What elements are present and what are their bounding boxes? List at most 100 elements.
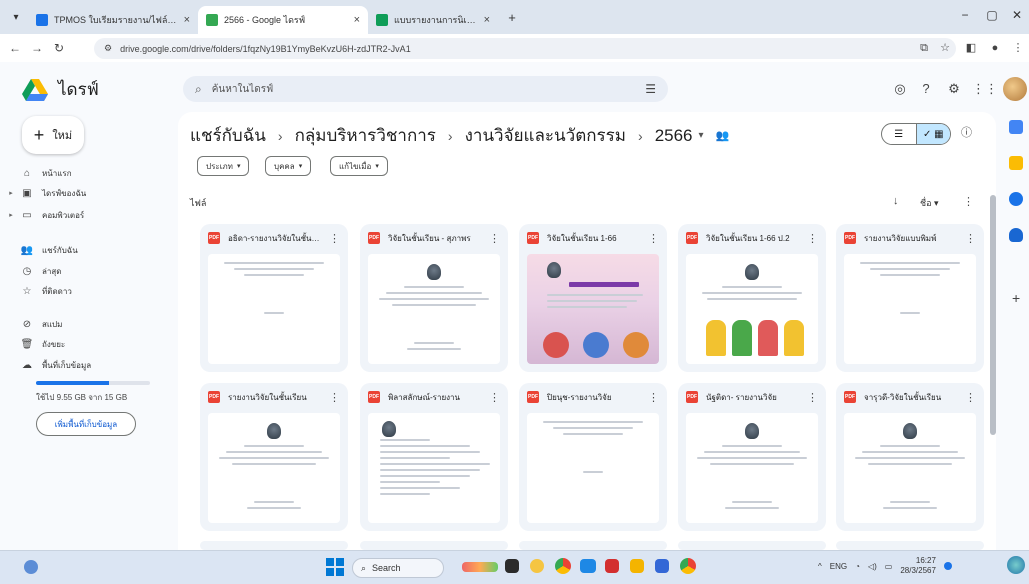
sidebar-item-star[interactable]: ☆ ที่ติดดาว bbox=[20, 281, 170, 301]
breadcrumb-item-research[interactable]: งานวิจัยและนวัตกรรม bbox=[465, 122, 626, 149]
sidebar-item-shared[interactable]: 👥 แชร์กับฉัน bbox=[20, 240, 170, 260]
expand-caret-icon[interactable]: ▸ bbox=[8, 189, 14, 197]
translate-icon[interactable]: ⧉ bbox=[915, 39, 933, 57]
sidebar-item-drive[interactable]: ▸ ▣ ไดรฟ์ของฉัน bbox=[9, 183, 170, 203]
sort-by-button[interactable]: ชื่อ ▾ bbox=[920, 196, 939, 210]
copilot-icon[interactable] bbox=[530, 559, 544, 573]
site-info-icon[interactable]: ⚙ bbox=[104, 43, 112, 54]
file-card-partial[interactable] bbox=[678, 541, 826, 550]
clock[interactable]: 16:27 28/3/2567 bbox=[900, 556, 936, 576]
tray-overflow-icon[interactable]: ^ bbox=[818, 562, 822, 571]
breadcrumb-item-current[interactable]: 2566 bbox=[655, 126, 693, 146]
help-icon[interactable]: ? bbox=[916, 79, 936, 99]
reload-icon[interactable]: ↻ bbox=[50, 39, 68, 57]
file-card[interactable]: PDF รายงานวิจัยในชั้นเรียน ⋮ bbox=[200, 383, 348, 531]
account-avatar[interactable] bbox=[1003, 77, 1027, 101]
copilot-tray-icon[interactable] bbox=[1007, 556, 1025, 574]
volume-icon[interactable]: ◁) bbox=[868, 562, 877, 571]
sidebar-item-computer[interactable]: ▸ ▭ คอมพิวเตอร์ bbox=[9, 205, 170, 225]
file-card[interactable]: PDF รายงานวิจัยแบบพิมพ์ ⋮ bbox=[836, 224, 984, 372]
outlook-icon[interactable] bbox=[655, 559, 669, 573]
folder-app-icon[interactable] bbox=[630, 559, 644, 573]
file-more-icon[interactable]: ⋮ bbox=[807, 232, 818, 245]
forward-icon[interactable]: → bbox=[28, 39, 46, 57]
filter-chip[interactable]: บุคคล ▾ bbox=[265, 156, 312, 176]
widgets-icon[interactable] bbox=[24, 560, 38, 574]
search-input[interactable]: ค้นหาในไดรฟ์ bbox=[212, 82, 273, 97]
store-icon[interactable] bbox=[605, 559, 619, 573]
restore-icon[interactable]: ▢ bbox=[982, 8, 1002, 22]
sidebar-item-clock[interactable]: ◷ ล่าสุด bbox=[20, 261, 170, 281]
tab-close-icon[interactable]: × bbox=[484, 14, 490, 26]
breadcrumb-item-academic[interactable]: กลุ่มบริหารวิชาการ bbox=[295, 122, 436, 149]
file-more-icon[interactable]: ⋮ bbox=[965, 232, 976, 245]
tasks-icon[interactable] bbox=[1009, 192, 1023, 206]
calendar-icon[interactable] bbox=[1009, 120, 1023, 134]
content-scrollbar[interactable] bbox=[990, 195, 996, 435]
file-card-partial[interactable] bbox=[519, 541, 667, 550]
sidebar-item-home[interactable]: ⌂ หน้าแรก bbox=[20, 163, 170, 183]
details-info-icon[interactable]: ⓘ bbox=[961, 124, 972, 140]
sort-direction-icon[interactable]: ↓ bbox=[893, 195, 899, 207]
start-windows-icon[interactable] bbox=[326, 558, 344, 576]
file-more-icon[interactable]: ⋮ bbox=[648, 391, 659, 404]
file-card[interactable]: PDF วิจัยในชั้นเรียน 1-66 ป.2 ⋮ bbox=[678, 224, 826, 372]
file-card[interactable]: PDF วิจัยในชั้นเรียน 1-66 ⋮ bbox=[519, 224, 667, 372]
new-tab-button[interactable]: + bbox=[504, 9, 520, 25]
file-more-icon[interactable]: ⋮ bbox=[489, 232, 500, 245]
wifi-icon[interactable]: ◔ bbox=[855, 562, 860, 571]
settings-gear-icon[interactable]: ⚙ bbox=[944, 79, 964, 99]
drive-logo-area[interactable]: ไดรฟ์ bbox=[22, 76, 99, 103]
sidebar-toggle-icon[interactable]: ◧ bbox=[962, 39, 980, 57]
browser-menu-icon[interactable]: ⋮ bbox=[1009, 39, 1027, 57]
file-card[interactable]: PDF นัฐติดา- รายงานวิจัย ⋮ bbox=[678, 383, 826, 531]
file-card[interactable]: PDF ปิยนุช-รายงานวิจัย ⋮ bbox=[519, 383, 667, 531]
back-icon[interactable]: ← bbox=[6, 39, 24, 57]
address-bar[interactable]: ⚙ drive.google.com/drive/folders/1fqzNy1… bbox=[94, 38, 956, 59]
file-explorer-icon[interactable] bbox=[580, 559, 596, 573]
chrome-icon[interactable] bbox=[555, 558, 571, 574]
contacts-icon[interactable] bbox=[1009, 228, 1023, 242]
close-window-icon[interactable]: ✕ bbox=[1007, 8, 1027, 22]
browser-tab[interactable]: แบบรายงานการนิเทศ - Google ชีต × bbox=[368, 6, 498, 34]
filter-chip[interactable]: ประเภท ▾ bbox=[197, 156, 250, 176]
profile-icon[interactable]: ● bbox=[986, 39, 1004, 57]
minimize-icon[interactable]: − bbox=[955, 8, 975, 22]
keep-icon[interactable] bbox=[1009, 156, 1023, 170]
search-options-icon[interactable]: ☰ bbox=[645, 82, 656, 96]
file-card-partial[interactable] bbox=[836, 541, 984, 550]
notification-icon[interactable] bbox=[943, 562, 952, 570]
bookmark-star-icon[interactable]: ☆ bbox=[936, 39, 954, 57]
file-card[interactable]: PDF อธิดา-รายงานวิจัยในชั้นเรียน ⋮ bbox=[200, 224, 348, 372]
list-view-icon[interactable]: ☰ bbox=[882, 124, 916, 144]
file-more-icon[interactable]: ⋮ bbox=[648, 232, 659, 245]
taskbar-search[interactable]: ⌕ Search bbox=[352, 558, 444, 578]
tab-search-icon[interactable]: ▾ bbox=[8, 9, 24, 25]
sidebar-item-cloud[interactable]: ☁ พื้นที่เก็บข้อมูล bbox=[20, 355, 170, 375]
filter-chip[interactable]: แก้ไขเมื่อ ▾ bbox=[330, 156, 388, 176]
browser-tab[interactable]: TPMOS ใบเรียมรายงาน/ไฟล์ The × bbox=[28, 6, 198, 34]
new-button[interactable]: + ใหม่ bbox=[22, 116, 84, 154]
sidebar-item-spam[interactable]: ⊘ สแปม bbox=[20, 314, 170, 334]
chrome-profile-icon[interactable] bbox=[680, 558, 696, 574]
browser-tab[interactable]: 2566 - Google ไดรฟ์ × bbox=[198, 6, 368, 34]
file-card-partial[interactable] bbox=[200, 541, 348, 550]
task-view-icon[interactable] bbox=[505, 559, 519, 573]
file-more-icon[interactable]: ⋮ bbox=[965, 391, 976, 404]
view-toggle[interactable]: ☰ ✓ ▦ bbox=[881, 123, 951, 145]
file-card[interactable]: PDF จารุวดี-วิจัยในชั้นเรียน ⋮ bbox=[836, 383, 984, 531]
input-language[interactable]: ENG bbox=[830, 562, 847, 571]
file-card[interactable]: PDF พิลาสลักษณ์-รายงาน ⋮ bbox=[360, 383, 508, 531]
file-more-icon[interactable]: ⋮ bbox=[807, 391, 818, 404]
file-more-icon[interactable]: ⋮ bbox=[329, 391, 340, 404]
file-card-partial[interactable] bbox=[360, 541, 508, 550]
file-card[interactable]: PDF วิจัยในชั้นเรียน - สุภาพร ⋮ bbox=[360, 224, 508, 372]
file-more-icon[interactable]: ⋮ bbox=[329, 232, 340, 245]
grid-view-icon[interactable]: ✓ ▦ bbox=[915, 124, 950, 144]
offline-status-icon[interactable]: ◎ bbox=[890, 79, 910, 99]
tab-close-icon[interactable]: × bbox=[184, 14, 190, 26]
apps-grid-icon[interactable]: ⋮⋮ bbox=[972, 79, 998, 99]
tab-close-icon[interactable]: × bbox=[354, 14, 360, 26]
sidebar-item-trash[interactable]: 🗑 ถังขยะ bbox=[20, 334, 170, 354]
file-more-icon[interactable]: ⋮ bbox=[489, 391, 500, 404]
